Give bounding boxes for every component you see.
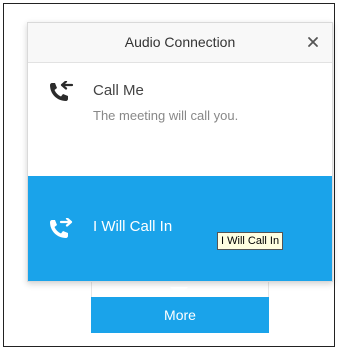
option-call-me-description: The meeting will call you. bbox=[93, 108, 239, 123]
option-call-me[interactable]: Call Me The meeting will call you. bbox=[28, 63, 332, 176]
panel-title: Audio Connection bbox=[124, 34, 236, 50]
panel-header: Audio Connection bbox=[28, 23, 332, 63]
option-call-me-label: Call Me bbox=[93, 82, 144, 99]
audio-connection-panel: Audio Connection Call Me The meeting wil… bbox=[27, 22, 333, 282]
more-button-label: More bbox=[164, 307, 196, 323]
close-button[interactable] bbox=[302, 31, 324, 53]
incoming-call-icon bbox=[50, 81, 74, 101]
option-i-will-call-in-label: I Will Call In bbox=[93, 218, 173, 235]
more-button[interactable]: More bbox=[91, 297, 269, 333]
close-icon bbox=[308, 37, 318, 47]
option-i-will-call-in[interactable]: I Will Call In bbox=[28, 176, 332, 281]
outgoing-call-icon bbox=[50, 218, 73, 238]
more-button-pointer bbox=[170, 287, 188, 296]
tooltip: I Will Call In bbox=[217, 232, 284, 250]
